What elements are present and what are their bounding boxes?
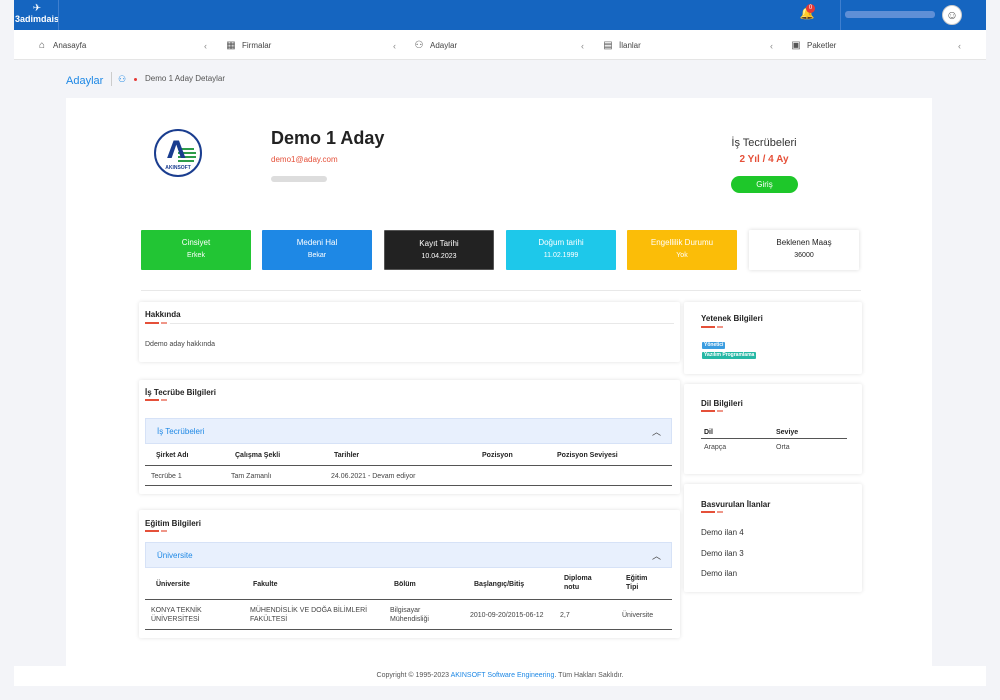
title-underline bbox=[701, 410, 723, 412]
chevron-left-icon[interactable]: ‹ bbox=[581, 39, 584, 53]
table-icon: ▦ bbox=[226, 40, 236, 51]
table-divider bbox=[145, 485, 672, 486]
nav-item-adaylar[interactable]: ⚇ Adaylar bbox=[413, 39, 458, 53]
table-divider bbox=[701, 438, 847, 439]
stat-disability: Engellilik Durumu Yok bbox=[627, 230, 737, 270]
stat-marital-status: Medeni Hal Bekar bbox=[262, 230, 372, 270]
about-card bbox=[139, 302, 680, 362]
footer-rights: . Tüm Hakları Saklıdır. bbox=[554, 672, 624, 679]
chevron-up-icon[interactable]: ︿ bbox=[652, 549, 661, 562]
applied-job-item[interactable]: Demo ilan 4 bbox=[701, 528, 744, 537]
title-underline bbox=[701, 326, 723, 328]
table-divider bbox=[145, 629, 672, 630]
applied-jobs-title: Basvurulan İlanlar bbox=[701, 500, 771, 509]
table-header: Diploma notu bbox=[564, 575, 592, 591]
table-divider bbox=[145, 465, 672, 466]
table-cell: Orta bbox=[776, 444, 790, 451]
nav-item-firmalar[interactable]: ▦ Firmalar bbox=[225, 39, 271, 53]
table-header: Şirket Adı bbox=[156, 452, 189, 459]
login-button[interactable]: Giriş bbox=[731, 176, 798, 193]
title-underline bbox=[145, 399, 167, 401]
table-header: Çalışma Şekli bbox=[235, 452, 281, 459]
table-header: Seviye bbox=[776, 429, 799, 436]
table-cell: Arapça bbox=[704, 444, 727, 451]
table-cell: 2,7 bbox=[560, 612, 570, 619]
table-header: Eğitim Tipi bbox=[626, 575, 648, 591]
skill-badge: Yazılım Programlama bbox=[702, 352, 757, 359]
candidate-email[interactable]: demo1@aday.com bbox=[271, 155, 338, 164]
avatar[interactable]: ☺ bbox=[942, 5, 962, 25]
main-navigation bbox=[14, 30, 986, 60]
footer: Copyright © 1995-2023 AKINSOFT Software … bbox=[14, 666, 986, 686]
education-accordion[interactable]: Üniversite ︿ bbox=[145, 542, 672, 568]
table-cell: Üniversite bbox=[622, 612, 654, 619]
company-logo: Λ AKINSOFT bbox=[154, 129, 202, 177]
stat-gender: Cinsiyet Erkek bbox=[141, 230, 251, 270]
title-underline bbox=[145, 322, 167, 324]
about-text: Ddemo aday hakkında bbox=[145, 341, 216, 348]
table-header: Tarihler bbox=[334, 452, 360, 459]
work-experience-accordion[interactable]: İş Tecrübeleri ︿ bbox=[145, 418, 672, 444]
experience-value: 2 Yıl / 4 Ay bbox=[739, 154, 789, 165]
topbar-divider bbox=[58, 0, 59, 30]
breadcrumb-divider bbox=[111, 72, 112, 86]
breadcrumb-dot bbox=[134, 78, 137, 81]
table-cell: KONYA TEKNİK ÜNİVERSİTESİ bbox=[151, 607, 202, 623]
chevron-left-icon[interactable]: ‹ bbox=[204, 39, 207, 53]
footer-copyright: Copyright © 1995-2023 bbox=[376, 672, 451, 679]
table-cell: MÜHENDİSLİK VE DOĞA BİLİMLERİ FAKÜLTESİ bbox=[250, 607, 368, 623]
nav-item-anasayfa[interactable]: ⌂ Anasayfa bbox=[36, 39, 86, 53]
app-logo[interactable]: ✈ 3adimdais bbox=[14, 3, 60, 27]
candidate-phone-placeholder bbox=[271, 176, 327, 182]
table-header: Pozisyon Seviyesi bbox=[557, 452, 618, 459]
table-header: Üniversite bbox=[156, 581, 190, 588]
breadcrumb-current: Demo 1 Aday Detaylar bbox=[145, 74, 226, 83]
about-title: Hakkında bbox=[145, 310, 181, 319]
breadcrumb-title[interactable]: Adaylar bbox=[66, 75, 103, 87]
logo-icon: ✈ bbox=[32, 3, 42, 14]
applied-job-item[interactable]: Demo ilan 3 bbox=[701, 549, 744, 558]
stat-registration-date: Kayıt Tarihi 10.04.2023 bbox=[384, 230, 494, 270]
user-name-placeholder[interactable] bbox=[845, 11, 935, 18]
table-header: Bölüm bbox=[394, 581, 416, 588]
table-header: Başlangıç/Bitiş bbox=[474, 581, 525, 588]
chevron-left-icon[interactable]: ‹ bbox=[958, 39, 961, 53]
experience-title: İş Tecrübeleri bbox=[731, 137, 797, 149]
notification-badge: 0 bbox=[806, 4, 815, 13]
footer-link[interactable]: AKINSOFT Software Engineering bbox=[451, 672, 555, 679]
document-icon: ▤ bbox=[603, 40, 613, 51]
table-cell: 2010-09-20/2015-06-12 bbox=[470, 612, 544, 619]
chevron-left-icon[interactable]: ‹ bbox=[393, 39, 396, 53]
user-icon: ⚇ bbox=[414, 40, 424, 51]
skill-badge: Yönetici bbox=[702, 342, 726, 349]
chevron-left-icon[interactable]: ‹ bbox=[770, 39, 773, 53]
section-divider bbox=[141, 290, 861, 291]
work-experience-title: İş Tecrübe Bilgileri bbox=[145, 388, 216, 397]
home-icon: ⌂ bbox=[38, 40, 46, 51]
languages-title: Dil Bilgileri bbox=[701, 399, 743, 408]
stat-expected-salary: Beklenen Maaş 36000 bbox=[749, 230, 859, 270]
table-cell: 24.06.2021 - Devam ediyor bbox=[331, 473, 416, 480]
table-header: Dil bbox=[704, 429, 713, 436]
package-icon: ▣ bbox=[791, 40, 801, 51]
skills-title: Yetenek Bilgileri bbox=[701, 314, 763, 323]
topbar-divider bbox=[840, 0, 841, 30]
skills-card bbox=[684, 302, 862, 374]
table-cell: Bilgisayar Mühendisliği bbox=[390, 607, 429, 623]
education-title: Eğitim Bilgileri bbox=[145, 519, 202, 528]
applied-job-item[interactable]: Demo ilan bbox=[701, 569, 737, 578]
chevron-up-icon[interactable]: ︿ bbox=[652, 425, 661, 438]
candidate-name: Demo 1 Aday bbox=[271, 128, 385, 148]
table-header: Pozisyon bbox=[482, 452, 513, 459]
title-underline bbox=[701, 511, 723, 513]
nav-item-ilanlar[interactable]: ▤ İlanlar bbox=[602, 39, 641, 53]
table-divider bbox=[145, 599, 672, 600]
table-cell: Tam Zamanlı bbox=[231, 473, 272, 480]
stat-birth-date: Doğum tarihi 11.02.1999 bbox=[506, 230, 616, 270]
table-cell: Tecrübe 1 bbox=[151, 473, 182, 480]
user-icon: ⚇ bbox=[118, 74, 127, 84]
nav-item-paketler[interactable]: ▣ Paketler bbox=[790, 39, 836, 53]
title-underline bbox=[145, 530, 167, 532]
table-header: Fakulte bbox=[253, 581, 278, 588]
